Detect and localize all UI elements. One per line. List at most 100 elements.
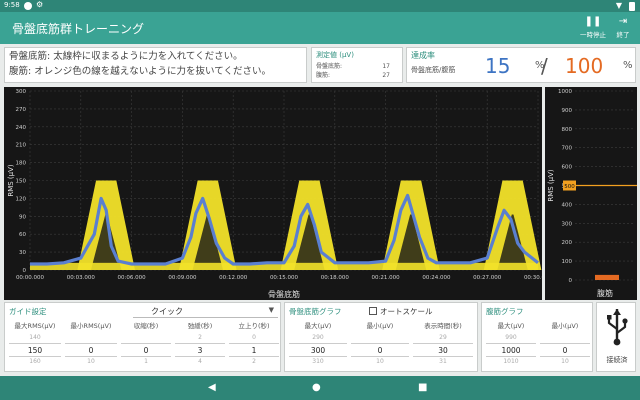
abdominal-rms-chart-svg: 10009008007006005004003002001000500腹筋RMS… bbox=[547, 89, 637, 298]
picker-label: 表示時間(秒) bbox=[424, 322, 462, 330]
pelvic-min-picker[interactable]: 最小(μV) 0 10 bbox=[351, 320, 409, 367]
y-tick-label: 60 bbox=[19, 232, 26, 238]
picker-label: 最小(μV) bbox=[366, 322, 394, 330]
picker-value: 0 bbox=[351, 344, 409, 357]
settings-gear-icon: ⚙ bbox=[36, 0, 44, 9]
y-tick-label: 270 bbox=[16, 107, 27, 113]
instruction-abdominal: 腹筋: オレンジ色の線を越えないように力を抜いてください。 bbox=[9, 66, 271, 77]
achievement-abdominal-unit: % bbox=[623, 60, 633, 71]
picker-value: 0 bbox=[65, 344, 117, 357]
y-tick-label: 300 bbox=[16, 89, 27, 95]
y-tick-label: 150 bbox=[16, 179, 27, 185]
picker-value: 300 bbox=[289, 344, 347, 357]
pelvic-graph-title: 骨盤底筋グラフ bbox=[289, 307, 342, 316]
x-tick-label: 00:06.000 bbox=[118, 275, 147, 281]
y-tick-label: 700 bbox=[562, 146, 573, 152]
picker-value: 1 bbox=[229, 344, 279, 357]
picker-prev: 140 bbox=[9, 332, 61, 344]
y-tick-label: 0 bbox=[23, 268, 27, 274]
usb-status-label: 接続済 bbox=[606, 356, 628, 364]
pelvic-max-picker[interactable]: 最大(μV) 290 300 310 bbox=[289, 320, 347, 367]
pelvic-rms-chart: 300 270 240 210 180 150 120 90 60 30 0 00:00.000 00:… bbox=[4, 87, 553, 300]
x-tick-label: 00:18.000 bbox=[321, 275, 350, 281]
guide-settings-title: ガイド設定 bbox=[9, 307, 47, 316]
abdominal-graph-title: 腹筋グラフ bbox=[486, 307, 524, 316]
picker-prev bbox=[65, 332, 117, 344]
status-bar: 9:58 ⚙ ▼ bbox=[0, 0, 640, 12]
measured-label: 骨盤底筋: bbox=[316, 63, 343, 70]
picker-prev bbox=[121, 332, 171, 344]
x-tick-label: 00:00.000 bbox=[16, 275, 45, 281]
picker-prev: 290 bbox=[289, 332, 347, 344]
picker-label: 最小RMS(μV) bbox=[70, 322, 112, 330]
home-icon[interactable]: ● bbox=[312, 382, 321, 393]
pause-label: 一時停止 bbox=[580, 31, 606, 39]
x-tick-label: 00:21.000 bbox=[372, 275, 401, 281]
abdominal-min-picker[interactable]: 最小(μV) 0 10 bbox=[540, 320, 590, 367]
guide-max-rms-picker[interactable]: 最大RMS(μV) 140 150 160 bbox=[9, 320, 61, 367]
picker-label: 収縮(秒) bbox=[133, 322, 159, 330]
achievement-pelvic-value: 15 bbox=[485, 54, 511, 78]
measured-label: 腹筋: bbox=[316, 72, 331, 79]
y-tick-label: 400 bbox=[562, 202, 573, 208]
picker-next: 310 bbox=[312, 358, 324, 365]
picker-label: 最大(μV) bbox=[304, 322, 332, 330]
y-tick-label: 0 bbox=[569, 278, 573, 284]
y-tick-label: 210 bbox=[16, 143, 27, 149]
guide-rise-picker[interactable]: 立上り(秒) 0 1 2 bbox=[229, 320, 279, 367]
measured-row-abdominal: 腹筋: 27 bbox=[316, 71, 398, 80]
threshold-label: 500 bbox=[564, 184, 575, 190]
picker-label: 最小(μV) bbox=[551, 322, 579, 330]
measured-value: 17 bbox=[382, 63, 390, 70]
back-icon[interactable]: ◀ bbox=[208, 382, 216, 393]
y-axis-label: RMS (μV) bbox=[7, 164, 15, 197]
achievement-abdominal-value: 100 bbox=[565, 54, 604, 78]
guide-contract-picker[interactable]: 収縮(秒) 0 1 bbox=[121, 320, 171, 367]
y-tick-label: 800 bbox=[562, 127, 573, 133]
measured-title: 測定値 (μV) bbox=[316, 51, 354, 59]
picker-label: 最大(μV) bbox=[497, 322, 525, 330]
picker-value: 0 bbox=[540, 344, 590, 357]
autoscale-checkbox[interactable]: オートスケール bbox=[369, 306, 433, 317]
x-tick-label: 00:09.000 bbox=[168, 275, 197, 281]
x-tick-label: 00:27.000 bbox=[473, 275, 502, 281]
instruction-pelvic: 骨盤底筋: 太線枠に収まるように力を入れてください。 bbox=[9, 51, 243, 62]
recents-icon[interactable]: ■ bbox=[418, 382, 427, 393]
achievement-panel: 達成率 骨盤底筋/腹筋 15 % / 100 % bbox=[406, 47, 636, 83]
picker-value: 30 bbox=[413, 344, 473, 357]
y-tick-label: 900 bbox=[562, 108, 573, 114]
guide-relax-picker[interactable]: 弛緩(秒) 2 3 4 bbox=[175, 320, 225, 367]
picker-next: 10 bbox=[376, 358, 384, 365]
y-tick-label: 30 bbox=[19, 250, 26, 256]
app-bar: 骨盤底筋群トレーニング ❚❚ 一時停止 ⇥ 終了 bbox=[0, 12, 640, 44]
picker-next: 10 bbox=[87, 358, 95, 365]
picker-next: 1 bbox=[144, 358, 148, 365]
y-tick-label: 180 bbox=[16, 161, 27, 167]
y-tick-label: 200 bbox=[562, 240, 573, 246]
picker-value: 150 bbox=[9, 344, 61, 357]
notification-dot-icon bbox=[24, 2, 32, 10]
pelvic-display-time-picker[interactable]: 表示時間(秒) 29 30 31 bbox=[413, 320, 473, 367]
guide-preset-dropdown[interactable]: クイック ▼ bbox=[133, 306, 278, 318]
guide-preset-value: クイック bbox=[151, 307, 183, 316]
abdominal-bar bbox=[595, 274, 619, 280]
wifi-icon: ▼ bbox=[615, 1, 622, 10]
battery-icon bbox=[629, 2, 635, 11]
x-axis-label: 骨盤底筋 bbox=[268, 289, 300, 299]
abdominal-max-picker[interactable]: 最大(μV) 990 1000 1010 bbox=[486, 320, 536, 367]
guide-min-rms-picker[interactable]: 最小RMS(μV) 0 10 bbox=[65, 320, 117, 367]
picker-prev bbox=[540, 332, 590, 344]
guide-settings-panel: ガイド設定 クイック ▼ 最大RMS(μV) 140 150 160 最小RMS… bbox=[4, 302, 281, 372]
y-tick-label: 300 bbox=[562, 221, 573, 227]
pause-button[interactable]: ❚❚ 一時停止 bbox=[578, 16, 608, 39]
usb-connection-button[interactable]: 接続済 bbox=[596, 302, 636, 372]
x-tick-label: 00:15.000 bbox=[270, 275, 299, 281]
x-axis-label: 腹筋 bbox=[597, 288, 613, 298]
picker-value: 0 bbox=[121, 344, 171, 357]
pelvic-graph-settings-panel: 骨盤底筋グラフ オートスケール 最大(μV) 290 300 310 最小(μV… bbox=[284, 302, 478, 372]
picker-prev: 0 bbox=[229, 332, 279, 344]
picker-label: 最大RMS(μV) bbox=[14, 322, 56, 330]
x-tick-label: 00:30.000 bbox=[524, 275, 542, 281]
app-title: 骨盤底筋群トレーニング bbox=[12, 22, 145, 36]
exit-button[interactable]: ⇥ 終了 bbox=[608, 16, 638, 39]
